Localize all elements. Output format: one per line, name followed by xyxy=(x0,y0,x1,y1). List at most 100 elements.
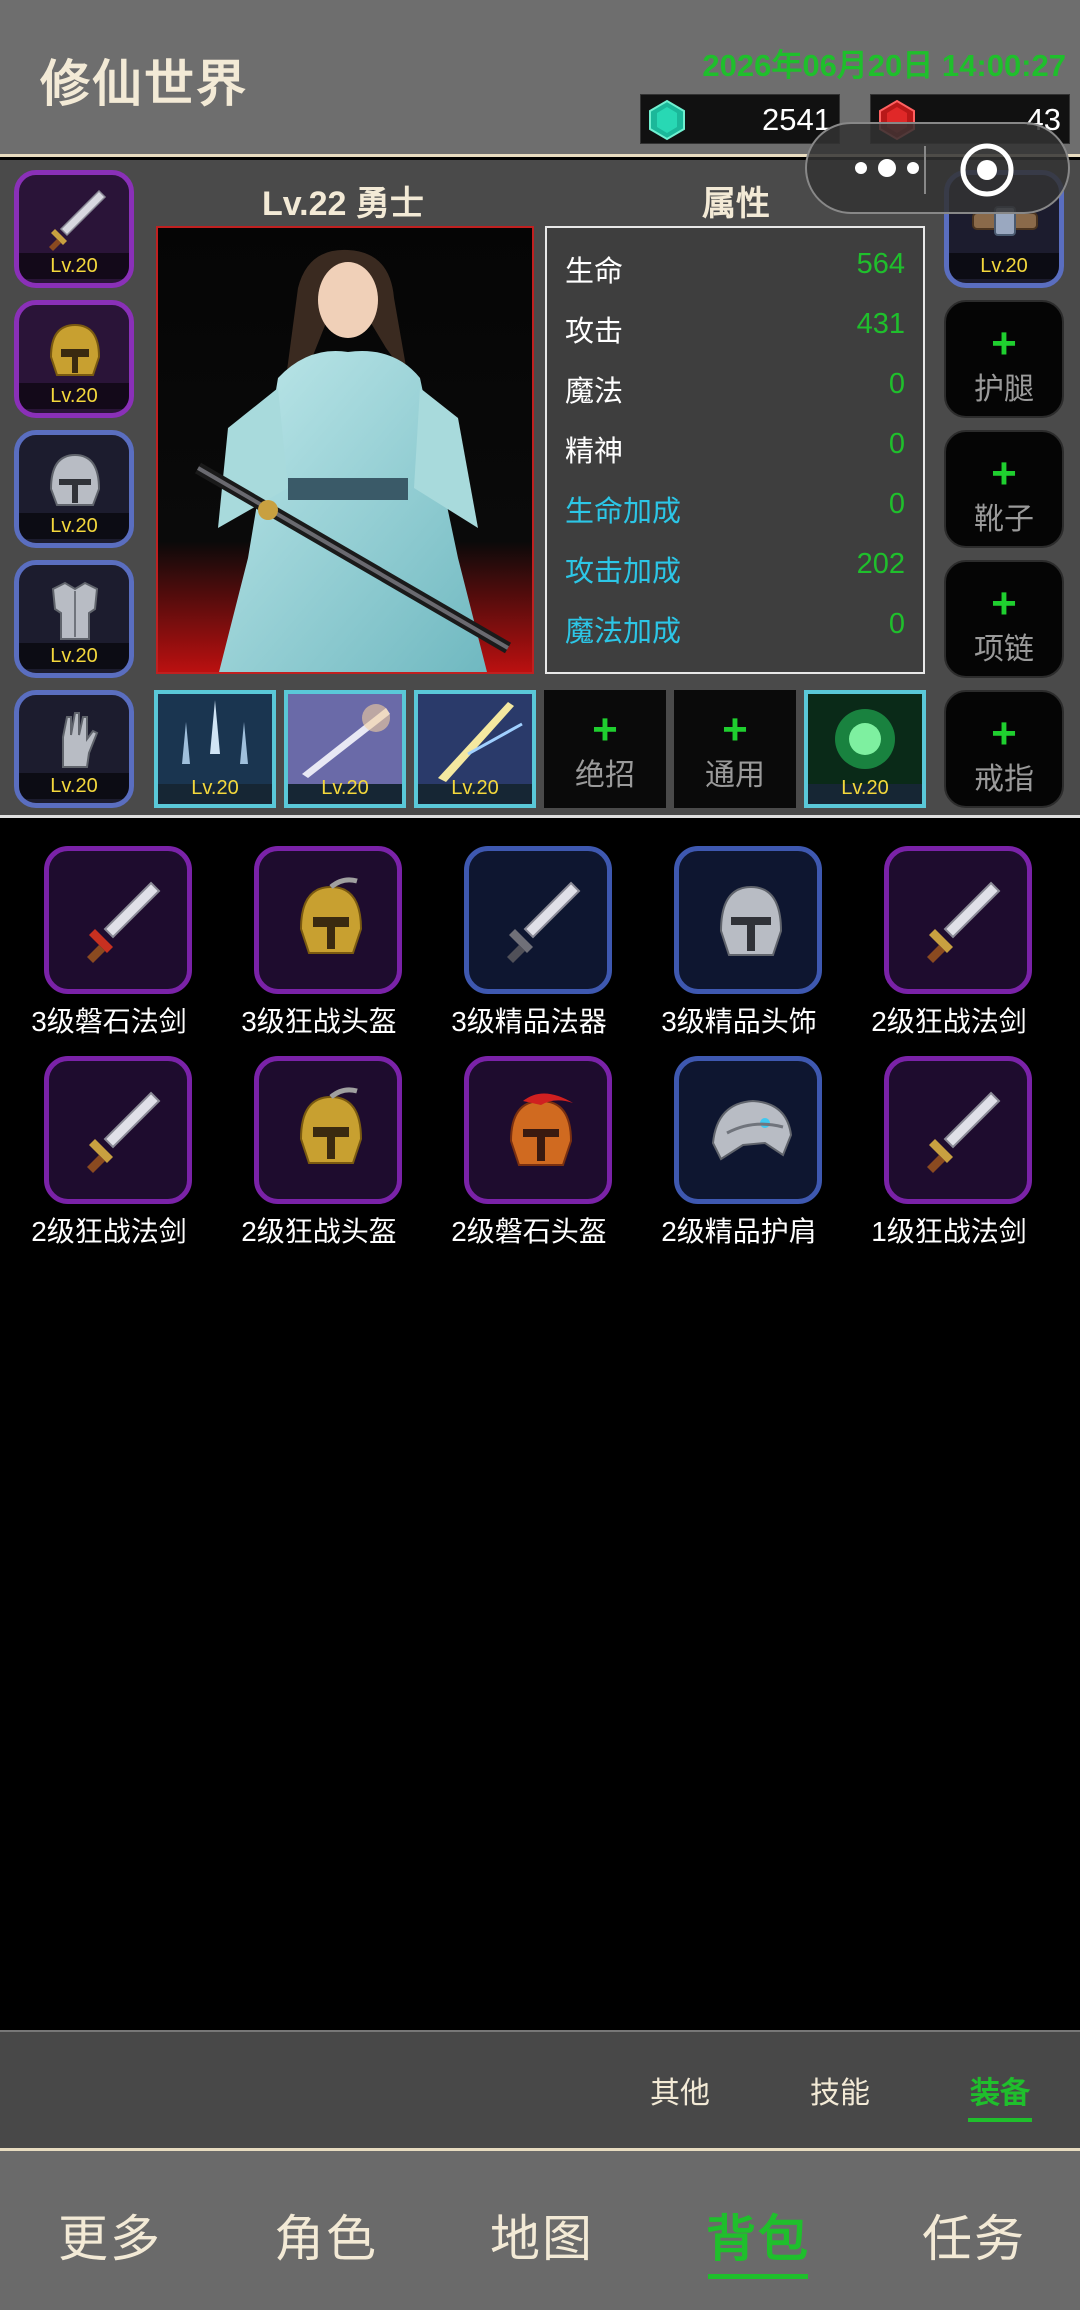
item-frame xyxy=(44,1056,192,1204)
swordsman-portrait-image xyxy=(158,228,532,672)
item-name: 2级磐石头盔 xyxy=(451,1216,607,1247)
chest-armor-slot[interactable]: Lv.20 xyxy=(14,560,134,678)
gold-helmet-icon xyxy=(299,1087,363,1164)
inventory-item[interactable]: 3级精品头饰 xyxy=(644,822,824,1037)
add-icon: + xyxy=(991,449,1017,498)
datetime-display: 2026年06月20日 14:00:27 xyxy=(702,48,1066,83)
stat-label: 攻击 xyxy=(565,316,624,348)
item-frame xyxy=(674,846,822,994)
nav-quests[interactable]: 任务 xyxy=(922,2199,1026,2271)
stat-value: 202 xyxy=(856,548,905,580)
ultimate-skill-slot[interactable]: + 绝招 xyxy=(544,690,666,808)
gloves-slot[interactable]: Lv.20 xyxy=(14,690,134,808)
skill-level: Lv.20 xyxy=(841,777,889,799)
item-frame xyxy=(674,1056,822,1204)
inventory-item[interactable]: 1级狂战法剑 xyxy=(854,1032,1034,1247)
add-icon: + xyxy=(991,579,1017,628)
slot-level: Lv.20 xyxy=(19,253,129,279)
item-frame xyxy=(254,1056,402,1204)
item-frame xyxy=(44,846,192,994)
stats-heading: 属性 xyxy=(702,185,770,223)
item-name: 2级狂战法剑 xyxy=(31,1216,187,1247)
stat-attack: 攻击 431 xyxy=(565,308,905,348)
skill-slot-6[interactable]: Lv.20 xyxy=(804,690,926,808)
inventory-item[interactable]: 2级磐石头盔 xyxy=(434,1032,614,1247)
slot-level: Lv.20 xyxy=(19,773,129,799)
stat-label: 生命 xyxy=(565,256,624,288)
gold-helmet-icon xyxy=(49,323,101,376)
item-name: 2级精品护肩 xyxy=(661,1216,817,1247)
skill-slot-2[interactable]: Lv.20 xyxy=(284,690,406,808)
inventory-item[interactable]: 3级精品法器 xyxy=(434,822,614,1037)
slot-label: 靴子 xyxy=(974,503,1034,536)
character-level-name: Lv.22 勇士 xyxy=(262,185,424,223)
inventory-item[interactable]: 2级狂战法剑 xyxy=(854,822,1034,1037)
nav-map[interactable]: 地图 xyxy=(490,2199,594,2271)
slot-level: Lv.20 xyxy=(949,253,1059,279)
bottom-navigation: 更多 角色 地图 背包 任务 xyxy=(0,2148,1080,2310)
skill-slot-3[interactable]: Lv.20 xyxy=(414,690,536,808)
slot-level: Lv.20 xyxy=(19,383,129,409)
sword-icon xyxy=(87,881,161,963)
nav-more[interactable]: 更多 xyxy=(58,2199,162,2271)
attribute-list[interactable]: 生命 564 攻击 431 魔法 0 精神 0 生命加成 0 攻击加成 202 … xyxy=(545,226,925,674)
flying-sword-skill-icon xyxy=(288,694,402,784)
inventory-item[interactable]: 3级磐石法剑 xyxy=(14,822,194,1037)
pauldron-icon xyxy=(711,1099,793,1161)
stat-label: 魔法 xyxy=(565,376,624,408)
add-icon: + xyxy=(722,705,748,754)
green-gem-icon xyxy=(649,99,685,141)
sword-array-skill-icon xyxy=(158,694,272,784)
add-icon: + xyxy=(592,705,618,754)
stat-value: 564 xyxy=(856,248,905,280)
nav-bag[interactable]: 背包 xyxy=(706,2199,810,2279)
weapon-slot[interactable]: Lv.20 xyxy=(14,170,134,288)
sword-icon xyxy=(507,881,581,963)
tab-equipment[interactable]: 装备 xyxy=(968,2068,1032,2122)
stat-label: 精神 xyxy=(565,436,624,468)
gold-helmet-icon xyxy=(299,877,363,954)
stat-hp-bonus: 生命加成 0 xyxy=(565,488,905,528)
slot-label: 项链 xyxy=(974,633,1034,666)
app-title: 修仙世界 xyxy=(40,56,248,112)
general-skill-slot[interactable]: + 通用 xyxy=(674,690,796,808)
sword-icon xyxy=(927,1091,1001,1173)
steel-helmet-icon xyxy=(719,885,783,956)
red-helmet-icon xyxy=(509,1093,573,1166)
boots-slot[interactable]: + 靴子 xyxy=(944,430,1064,548)
skill-slot-1[interactable]: Lv.20 xyxy=(154,690,276,808)
ring-slot[interactable]: + 戒指 xyxy=(944,690,1064,808)
item-name: 1级狂战法剑 xyxy=(871,1216,1027,1247)
stat-value: 0 xyxy=(888,428,905,460)
slot-label: 护腿 xyxy=(974,373,1034,406)
close-miniprogram-icon[interactable] xyxy=(957,140,1017,200)
add-icon: + xyxy=(991,709,1017,758)
skill-level: Lv.20 xyxy=(321,777,369,799)
helmet-slot[interactable]: Lv.20 xyxy=(14,300,134,418)
miniprogram-capsule xyxy=(805,122,1070,214)
sword-icon xyxy=(49,189,107,251)
slot-level: Lv.20 xyxy=(19,513,129,539)
tab-skills[interactable]: 技能 xyxy=(810,2068,870,2112)
capsule-divider xyxy=(924,146,926,194)
sword-icon xyxy=(927,881,1001,963)
nav-character[interactable]: 角色 xyxy=(274,2199,378,2271)
add-icon: + xyxy=(991,319,1017,368)
item-frame xyxy=(884,1056,1032,1204)
more-options-icon[interactable] xyxy=(837,138,937,198)
inventory-item[interactable]: 2级精品护肩 xyxy=(644,1032,824,1247)
inventory-item[interactable]: 3级狂战头盔 xyxy=(224,822,404,1037)
head-ornament-slot[interactable]: Lv.20 xyxy=(14,430,134,548)
necklace-slot[interactable]: + 项链 xyxy=(944,560,1064,678)
item-frame xyxy=(464,846,612,994)
steel-helmet-icon xyxy=(49,453,101,506)
stat-value: 0 xyxy=(888,488,905,520)
inventory-item[interactable]: 2级狂战头盔 xyxy=(224,1032,404,1247)
legs-slot[interactable]: + 护腿 xyxy=(944,300,1064,418)
inventory-item[interactable]: 2级狂战法剑 xyxy=(14,1032,194,1247)
tab-other[interactable]: 其他 xyxy=(650,2068,710,2112)
stat-magic-bonus: 魔法加成 0 xyxy=(565,608,905,648)
item-frame xyxy=(464,1056,612,1204)
green-gem-counter: 2541 xyxy=(640,94,840,144)
slot-label: 通用 xyxy=(705,759,765,792)
